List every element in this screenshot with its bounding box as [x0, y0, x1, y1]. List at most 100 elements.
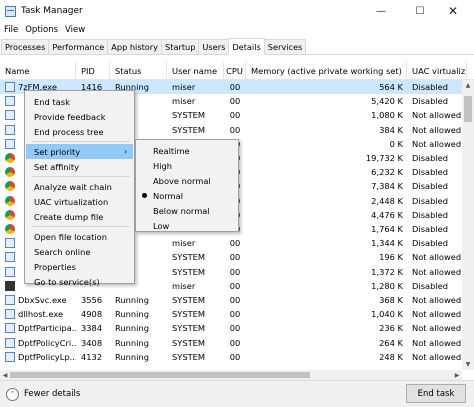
tab-app-history[interactable]: App history — [107, 39, 163, 54]
process-uac: Disabled — [407, 165, 467, 179]
process-memory: 1,764 K — [246, 222, 407, 236]
close-button[interactable]: ✕ — [438, 0, 468, 22]
menu-item-analyze-wait-chain[interactable]: Analyze wait chain — [26, 179, 133, 194]
scroll-right-arrow-icon[interactable]: ▶ — [452, 370, 462, 380]
process-memory-text: 1,080 K — [371, 110, 403, 121]
minimize-button[interactable]: — — [366, 0, 396, 22]
tab-details[interactable]: Details — [228, 38, 265, 55]
column-header[interactable]: Name ⌃ — [0, 62, 76, 80]
chrome-icon — [5, 167, 15, 178]
process-memory: 236 K — [246, 321, 407, 335]
process-user-text: SYSTEM — [172, 124, 206, 135]
menu-item-open-file-location[interactable]: Open file location — [26, 229, 133, 244]
process-cpu: 00 — [224, 108, 246, 122]
menu-item-properties[interactable]: Properties — [26, 259, 133, 274]
menu-item-label: Provide feedback — [34, 111, 106, 122]
priority-label: Realtime — [153, 145, 190, 156]
process-uac: Disabled — [407, 179, 467, 193]
chrome-icon — [5, 224, 15, 234]
priority-normal[interactable]: Normal — [137, 188, 237, 203]
priority-realtime[interactable]: Realtime — [137, 143, 237, 158]
menu-item-search-online[interactable]: Search online — [26, 244, 133, 259]
table-row[interactable]: dllhost.exe 4908 Running SYSTEM 00 1,040 K Not… — [0, 307, 462, 321]
process-uac-text: Not allowed — [412, 295, 462, 305]
process-memory: 248 K — [246, 350, 407, 364]
column-header-label: Name — [5, 66, 30, 76]
process-cpu-text: 00 — [229, 309, 241, 320]
menu-view[interactable]: View — [65, 25, 85, 35]
tab-users[interactable]: Users — [198, 39, 230, 54]
menu-item-end-task[interactable]: End task — [26, 94, 133, 109]
process-uac: Not allowed — [407, 336, 467, 350]
process-uac-text: Disabled — [412, 224, 449, 234]
process-icon — [5, 351, 15, 362]
table-row[interactable]: DbxSvc.exe 3556 Running SYSTEM 00 368 K Not al… — [0, 293, 462, 307]
menu-item-create-dump-file[interactable]: Create dump file — [26, 209, 133, 224]
process-user: SYSTEM — [167, 250, 224, 264]
process-uac-text: Disabled — [412, 153, 449, 163]
table-row[interactable]: DptfPolicyLp... 4132 Running SYSTEM 00 248 K N… — [0, 350, 462, 364]
menu-separator — [31, 176, 130, 177]
process-name: DptfPolicyCri... — [0, 336, 76, 350]
tab-services[interactable]: Services — [263, 39, 307, 54]
process-icon — [5, 337, 15, 348]
column-header[interactable]: UAC virtualiz — [407, 62, 467, 80]
process-cpu-text: 00 — [229, 280, 241, 291]
process-memory-text: 264 K — [379, 337, 403, 348]
menu-item-set-affinity[interactable]: Set affinity — [26, 159, 133, 174]
process-memory-text: 19,732 K — [365, 153, 403, 163]
column-header-label: UAC virtualiz — [412, 66, 466, 76]
menu-item-set-priority[interactable]: Set priority › — [26, 144, 133, 159]
horizontal-scrollbar[interactable]: ◀ ▶ — [0, 370, 462, 380]
menu-item-end-process-tree[interactable]: End process tree — [26, 124, 133, 139]
process-cpu-text: 00 — [229, 295, 241, 305]
process-uac: Not allowed — [407, 123, 467, 137]
column-header[interactable]: CPU — [224, 62, 246, 80]
priority-low[interactable]: Low — [137, 218, 237, 233]
table-row[interactable]: DptfParticipa... 3384 Running SYSTEM 00 236 K… — [0, 321, 462, 335]
process-cpu: 00 — [224, 336, 246, 350]
process-icon — [5, 110, 15, 121]
column-header[interactable]: PID — [76, 62, 110, 80]
priority-above-normal[interactable]: Above normal — [137, 173, 237, 188]
menu-file[interactable]: File — [4, 25, 18, 35]
menu-separator — [31, 226, 130, 227]
table-row[interactable]: DptfPolicyCri... 3408 Running SYSTEM 00 264 K… — [0, 336, 462, 350]
process-pid: 3556 — [76, 293, 110, 307]
scroll-up-arrow-icon[interactable]: ▲ — [462, 80, 474, 91]
scroll-down-arrow-icon[interactable]: ▼ — [462, 359, 474, 370]
column-header[interactable]: User name — [167, 62, 224, 80]
process-name-text: DptfParticipa... — [18, 323, 76, 334]
maximize-button[interactable]: ☐ — [405, 0, 435, 22]
vertical-scroll-thumb[interactable] — [464, 96, 472, 122]
tab-startup[interactable]: Startup — [161, 39, 200, 54]
process-user: SYSTEM — [167, 321, 224, 335]
menu-item-label: Set affinity — [34, 161, 80, 172]
process-user-text: miser — [172, 82, 196, 92]
column-header[interactable]: Status — [110, 62, 167, 80]
process-user: SYSTEM — [167, 293, 224, 307]
menu-options[interactable]: Options — [25, 25, 58, 35]
column-header[interactable]: Memory (active private working set) — [246, 62, 407, 80]
fewer-details-button[interactable]: ⌃ Fewer details — [6, 386, 80, 402]
tab-performance[interactable]: Performance — [48, 39, 109, 54]
end-task-button[interactable]: End task — [406, 384, 466, 403]
menu-item-uac-virtualization[interactable]: UAC virtualization — [26, 194, 133, 209]
scroll-left-arrow-icon[interactable]: ◀ — [0, 370, 10, 380]
horizontal-scroll-thumb[interactable] — [10, 372, 310, 378]
process-icon — [5, 309, 15, 320]
process-user-text: SYSTEM — [172, 295, 206, 305]
tab-processes[interactable]: Processes — [1, 39, 50, 54]
priority-label: Normal — [153, 190, 184, 201]
process-cpu: 00 — [224, 265, 246, 279]
process-cpu: 00 — [224, 250, 246, 264]
menu-item-provide-feedback[interactable]: Provide feedback — [26, 109, 133, 124]
column-header-label: Memory (active private working set) — [251, 66, 402, 76]
priority-high[interactable]: High — [137, 158, 237, 173]
menu-item-go-to-service-s[interactable]: Go to service(s) — [26, 274, 133, 289]
priority-below-normal[interactable]: Below normal — [137, 203, 237, 218]
process-memory-text: 4,476 K — [371, 209, 403, 220]
vertical-scrollbar[interactable]: ▲ ▼ — [462, 80, 474, 370]
task-manager-icon — [5, 5, 16, 17]
process-cpu-text: 00 — [229, 124, 241, 135]
